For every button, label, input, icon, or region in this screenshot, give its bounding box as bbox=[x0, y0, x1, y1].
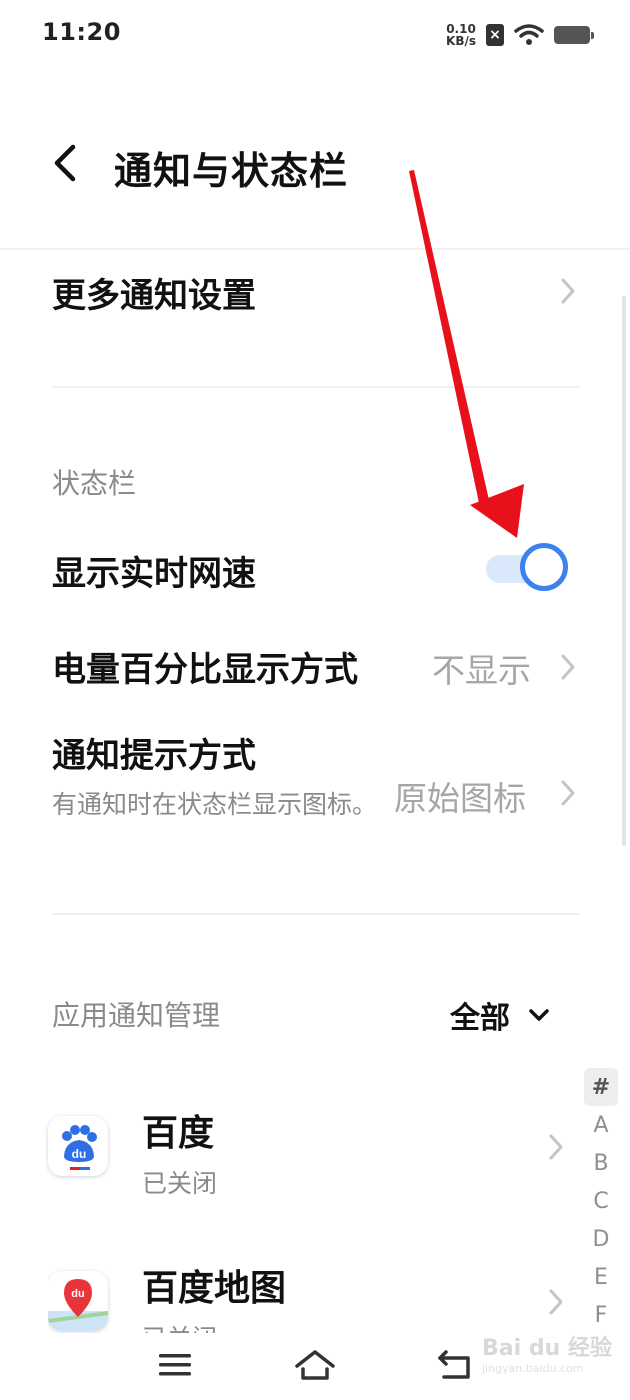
baidu-app-icon: du bbox=[48, 1116, 108, 1176]
return-icon bbox=[438, 1350, 470, 1379]
battery-icon bbox=[554, 26, 594, 44]
wifi-icon bbox=[514, 24, 544, 45]
section-divider bbox=[52, 913, 580, 915]
chevron-right-icon bbox=[544, 1132, 568, 1162]
index-letter[interactable]: C bbox=[584, 1182, 618, 1220]
chevron-right-icon bbox=[544, 1287, 568, 1317]
app-filter-label: 全部 bbox=[450, 1001, 510, 1036]
return-button[interactable] bbox=[430, 1345, 480, 1385]
show-net-speed-toggle[interactable] bbox=[486, 543, 572, 595]
page-title: 通知与状态栏 bbox=[114, 149, 349, 193]
back-button[interactable] bbox=[40, 138, 90, 188]
notification-style-value: 原始图标 bbox=[394, 779, 526, 818]
app-row-baidu[interactable]: du 百度 已关闭 bbox=[48, 1100, 578, 1210]
svg-text:du: du bbox=[72, 1147, 87, 1161]
app-name: 百度 bbox=[142, 1113, 215, 1154]
header-divider bbox=[0, 248, 630, 250]
app-status: 已关闭 bbox=[142, 1169, 218, 1198]
baidu-map-app-icon: du bbox=[48, 1271, 108, 1331]
toggle-knob bbox=[520, 543, 568, 591]
status-icons: 0.10 KB/s × bbox=[446, 20, 594, 50]
svg-text:du: du bbox=[71, 1288, 84, 1300]
status-time: 11:20 bbox=[42, 18, 121, 46]
net-speed-indicator: 0.10 KB/s bbox=[446, 23, 476, 47]
sim-disabled-icon: × bbox=[486, 24, 504, 46]
battery-percent-row[interactable]: 电量百分比显示方式 不显示 bbox=[52, 642, 582, 702]
notification-style-label: 通知提示方式 bbox=[52, 736, 256, 776]
scrollbar[interactable] bbox=[622, 296, 626, 846]
watermark-main: Bai du 经验 bbox=[482, 1336, 612, 1361]
app-status: 已关闭 bbox=[142, 1319, 217, 1333]
page-header: 通知与状态栏 bbox=[0, 110, 630, 220]
chevron-down-icon bbox=[529, 1009, 549, 1021]
chevron-right-icon bbox=[556, 276, 580, 306]
index-letter[interactable]: B bbox=[584, 1144, 618, 1182]
home-icon bbox=[295, 1350, 335, 1380]
app-name: 百度地图 bbox=[142, 1268, 287, 1309]
menu-icon bbox=[159, 1354, 191, 1376]
more-notification-settings-label: 更多通知设置 bbox=[52, 276, 256, 316]
app-row-baidu-map[interactable]: du 百度地图 已关闭 bbox=[48, 1255, 578, 1333]
index-letter[interactable]: # bbox=[584, 1068, 618, 1106]
back-chevron-icon bbox=[54, 144, 76, 182]
home-button[interactable] bbox=[290, 1345, 340, 1385]
app-filter-dropdown[interactable]: 全部 bbox=[450, 993, 550, 1037]
index-letter[interactable]: F bbox=[584, 1296, 618, 1334]
index-letter[interactable]: D bbox=[584, 1220, 618, 1258]
app-notifications-section-title: 应用通知管理 bbox=[52, 999, 221, 1032]
status-bar-section-title: 状态栏 bbox=[52, 467, 137, 500]
battery-percent-value: 不显示 bbox=[432, 651, 531, 690]
notification-style-row[interactable]: 通知提示方式 有通知时在状态栏显示图标。 原始图标 bbox=[52, 728, 582, 858]
index-letter[interactable]: E bbox=[584, 1258, 618, 1296]
watermark-sub: jingyan.baidu.com bbox=[482, 1362, 584, 1375]
alphabet-index-bar[interactable]: # A B C D E F bbox=[584, 1068, 618, 1334]
chevron-right-icon bbox=[556, 778, 580, 808]
notification-style-description: 有通知时在状态栏显示图标。 bbox=[52, 790, 378, 819]
more-notification-settings-row[interactable]: 更多通知设置 bbox=[52, 268, 582, 328]
net-speed-unit: KB/s bbox=[446, 34, 476, 48]
status-bar: 11:20 0.10 KB/s × bbox=[0, 0, 630, 70]
section-divider bbox=[52, 386, 580, 388]
watermark: Bai du 经验 jingyan.baidu.com bbox=[482, 1330, 612, 1390]
index-letter[interactable]: A bbox=[584, 1106, 618, 1144]
menu-button[interactable] bbox=[150, 1345, 200, 1385]
chevron-right-icon bbox=[556, 652, 580, 682]
